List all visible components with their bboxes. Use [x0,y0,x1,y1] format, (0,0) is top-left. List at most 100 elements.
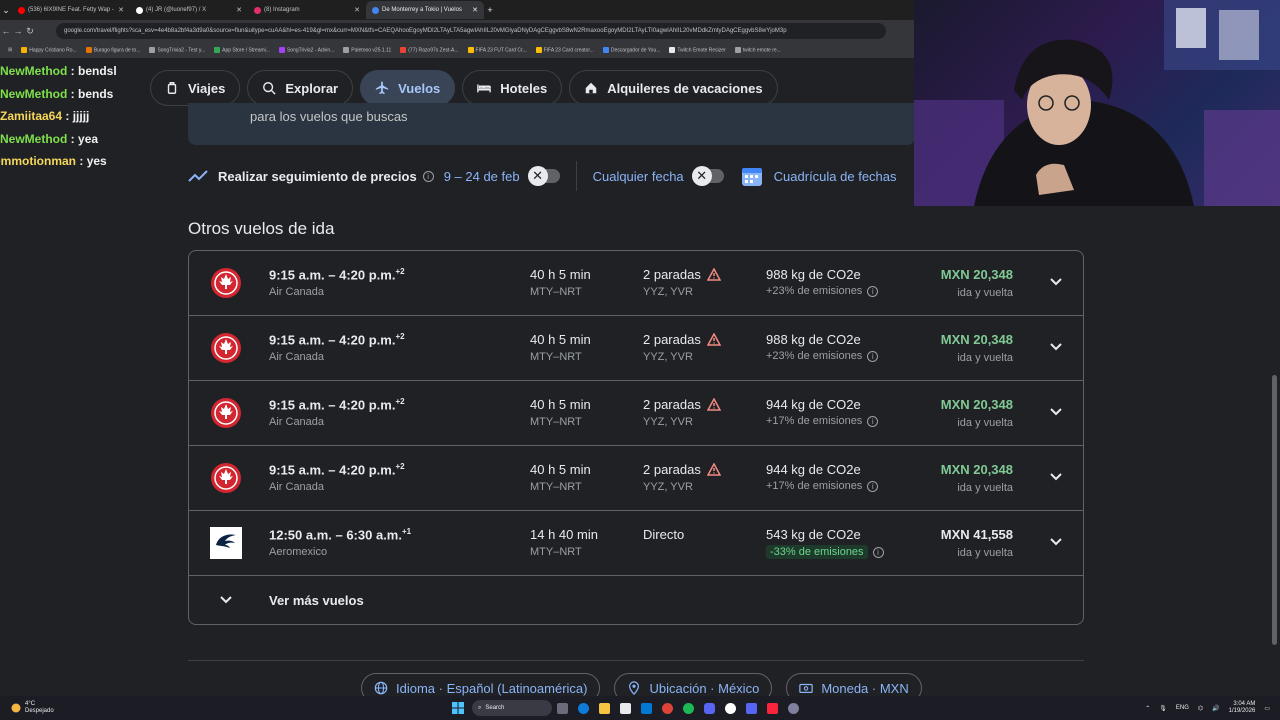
apps-icon[interactable]: ⊞ [8,47,12,53]
clock[interactable]: 3:04 AM 1/19/2026 [1229,701,1256,715]
bookmark[interactable]: FIFA 23 Card creator... [535,46,594,54]
browser-tab[interactable]: (536) 6IX9INE Feat. Fetty Wap - ✕ [12,1,130,19]
volume-icon[interactable]: 🔊 [1212,705,1219,712]
emissions-info: +17% de emisiones i [766,480,879,492]
any-date-toggle[interactable]: ✕ [691,166,724,186]
bookmark[interactable]: SongTrivia2 - Test y... [149,46,206,54]
nav-hoteles[interactable]: Hoteles [462,70,563,106]
day-offset: +2 [395,332,405,341]
bookmark-label: twitch emote re... [742,47,781,54]
discord-alt-icon[interactable] [746,702,757,714]
obs-icon[interactable] [725,702,736,714]
new-tab-icon[interactable]: + [484,5,496,15]
clock-date: 1/19/2026 [1228,708,1256,714]
info-icon[interactable]: i [422,170,434,182]
close-tab-icon[interactable]: ✕ [472,6,478,14]
notification-icon[interactable]: ▭ [1264,705,1270,712]
info-icon[interactable]: i [872,546,884,558]
flight-times: 12:50 a.m. – 6:30 a.m.+1 [269,527,411,542]
input-language[interactable]: ENG [1176,705,1189,711]
chevron-down-icon[interactable] [1049,275,1063,289]
bookmark[interactable]: twitch emote re... [734,46,781,54]
task-view-icon[interactable] [557,702,568,714]
air-canada-logo-icon [211,268,241,298]
language-label: Idioma · Español (Latinoamérica) [396,680,588,696]
browser-tab-active[interactable]: De Monterrey a Tokio | Vuelos ✕ [366,1,484,19]
bookmark[interactable]: App Store / Streami... [214,46,270,54]
chat-user: NewMethod [0,131,68,146]
discord-icon[interactable] [704,702,715,714]
flight-row[interactable]: 12:50 a.m. – 6:30 a.m.+1 Aeromexico 14 h… [189,511,1083,576]
flight-times: 9:15 a.m. – 4:20 p.m.+2 [269,462,405,477]
windows-start-icon[interactable] [452,702,464,714]
track-dates-toggle[interactable]: ✕ [527,166,560,186]
flight-stops: 2 paradas [643,267,721,282]
app-icon[interactable] [788,702,799,714]
google-flights-icon [372,6,379,14]
browser-tab[interactable]: (4) JR (@luonef97) / X ✕ [130,1,248,19]
url-input[interactable]: google.com/travel/flights?sca_esv=4e4b8a… [56,23,886,39]
bookmark[interactable]: Happy Cristiano Ro... [21,46,77,53]
flight-times: 9:15 a.m. – 4:20 p.m.+2 [269,397,405,412]
bookmark-icon [535,46,542,53]
tray-chevron-icon[interactable]: ⌃ [1145,705,1150,712]
flight-times-text: 12:50 a.m. – 6:30 a.m. [269,527,402,543]
flight-duration: 14 h 40 min [530,527,598,542]
info-icon[interactable]: i [867,480,879,492]
air-canada-logo-icon [211,463,241,493]
info-icon[interactable]: i [867,415,879,427]
bookmark[interactable]: FIFA 23 FUT Card Cr... [467,46,527,53]
mail-icon[interactable] [641,702,652,714]
tab-list-icon[interactable]: ⌄ [0,5,12,16]
bookmark-label: SongTrivia2 - Test y... [157,47,206,54]
bookmark[interactable]: Descargador de You... [602,46,660,53]
bookmark[interactable]: SongTrivia2 - Advin... [278,46,334,53]
warning-icon [706,463,721,476]
reload-icon[interactable]: ↻ [24,26,36,37]
search-icon: ⌕ [478,704,482,711]
flight-row[interactable]: 9:15 a.m. – 4:20 p.m.+2 Air Canada 40 h … [189,381,1083,446]
store-icon[interactable] [620,702,631,714]
bookmark[interactable]: Paletooo v25.1.11 [343,46,391,53]
back-icon[interactable]: ← [0,26,12,36]
page-scrollbar[interactable] [1272,375,1277,645]
day-offset: +2 [395,267,405,276]
more-flights-button[interactable]: Ver más vuelos [189,576,1083,624]
bookmark[interactable]: Burago figura de to... [85,46,140,53]
nav-vuelos[interactable]: Vuelos [360,70,456,106]
network-icon[interactable]: ⌬ [1198,705,1203,712]
file-explorer-icon[interactable] [599,702,610,714]
spotify-icon[interactable] [683,702,694,714]
chevron-down-icon[interactable] [1049,470,1063,484]
calendar-grid-icon[interactable] [740,164,764,188]
chevron-down-icon[interactable] [1049,405,1063,419]
date-grid-button[interactable]: Cuadrícula de fechas [774,169,897,184]
info-icon[interactable]: i [867,285,879,297]
weather-widget[interactable]: 4°C Despejado [0,701,120,715]
flight-row[interactable]: 9:15 a.m. – 4:20 p.m.+2 Air Canada 40 h … [189,251,1083,316]
bookmark[interactable]: (77) Razo97s Zest-A... [400,46,459,53]
mic-icon[interactable]: 🎙 [1159,705,1167,712]
close-tab-icon[interactable]: ✕ [118,6,124,14]
chevron-down-icon[interactable] [1049,535,1063,549]
flight-row[interactable]: 9:15 a.m. – 4:20 p.m.+2 Air Canada 40 h … [189,446,1083,511]
forward-icon[interactable]: → [12,26,24,36]
nav-alquileres[interactable]: Alquileres de vacaciones [569,70,778,106]
info-icon[interactable]: i [867,350,879,362]
nav-explorar[interactable]: Explorar [247,70,354,106]
chrome-icon[interactable] [662,702,673,714]
close-tab-icon[interactable]: ✕ [354,6,360,14]
bookmark-label: FIFA 23 Card creator... [543,47,594,54]
chat-user: NewMethod [0,64,68,78]
browser-tab[interactable]: (8) Instagram ✕ [248,1,366,19]
close-tab-icon[interactable]: ✕ [236,6,242,14]
weather-moon-icon [11,703,21,713]
webcam-feed-image [914,0,1280,206]
flight-row[interactable]: 9:15 a.m. – 4:20 p.m.+2 Air Canada 40 h … [189,316,1083,381]
music-icon[interactable] [767,702,778,714]
chevron-down-icon[interactable] [1049,340,1063,354]
edge-icon[interactable] [578,702,589,714]
bookmark[interactable]: Twitch Emote Resizer [669,46,726,53]
bookmark-label: App Store / Streami... [222,47,270,54]
taskbar-search[interactable]: ⌕ Search [472,700,552,716]
